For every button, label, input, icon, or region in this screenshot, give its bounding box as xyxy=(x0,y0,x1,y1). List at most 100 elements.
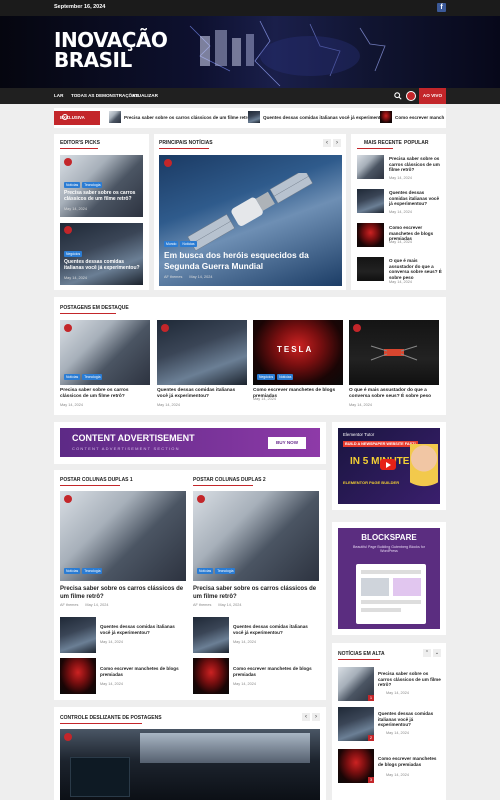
blockspare-banner[interactable]: BLOCKSPARE Beautiful Page Building Guten… xyxy=(338,528,440,629)
tab-popular[interactable]: POPULAR xyxy=(404,140,428,146)
category-tag[interactable]: Notícias xyxy=(64,374,81,380)
down-arrow-icon[interactable]: ⌄ xyxy=(433,649,441,657)
post-title[interactable]: Quentes dessas comidas italianas você já… xyxy=(100,624,186,635)
post-title[interactable]: Precisa saber sobre os carros clássicos … xyxy=(60,388,150,400)
post-thumb[interactable] xyxy=(357,155,384,179)
category-tag[interactable]: Notícias xyxy=(64,182,81,188)
live-button[interactable]: AO VIVO xyxy=(419,88,446,104)
post-date: May 14, 2024 xyxy=(233,682,257,686)
category-tag[interactable]: Tecnologia xyxy=(215,568,236,574)
post-title[interactable]: Quentes dessas comidas italianas você já… xyxy=(233,624,319,635)
post-author[interactable]: AF themes xyxy=(164,275,182,279)
post-date: May 14, 2024 xyxy=(389,240,413,244)
blockspare-subtitle: Beautiful Page Building Gutenberg Blocks… xyxy=(353,545,425,553)
live-icon[interactable] xyxy=(406,91,416,101)
category-tag[interactable]: Notícias xyxy=(64,568,81,574)
post-format-icon xyxy=(161,324,169,332)
post-title[interactable]: Como escrever manchetes de blogs premiad… xyxy=(378,756,442,767)
headline[interactable]: Em busca dos heróis esquecidos da Segund… xyxy=(164,250,339,271)
post-thumb[interactable] xyxy=(357,257,384,281)
category-tag[interactable]: Tecnologia xyxy=(82,182,103,188)
post-date: May 14, 2024 xyxy=(218,603,242,607)
post-format-icon xyxy=(64,495,72,503)
post-title[interactable]: Como escrever manchetes de blogs premiad… xyxy=(100,666,186,677)
post-title[interactable]: Precisa saber sobre os carros clássicos … xyxy=(389,156,442,173)
post-date: May 14, 2024 xyxy=(85,603,109,607)
category-tag[interactable]: Mundo xyxy=(164,241,179,247)
post-format-icon xyxy=(64,733,72,741)
search-icon[interactable] xyxy=(394,92,402,100)
post-meta: AF themes May 14, 2024 xyxy=(60,603,108,607)
ticker-label: EXCLUSIVA xyxy=(54,111,100,125)
post-thumb[interactable] xyxy=(357,223,384,247)
blockspare-widget: BLOCKSPARE Beautiful Page Building Guten… xyxy=(332,522,446,635)
post-title[interactable]: O que é mais assustador do que a convers… xyxy=(349,388,439,400)
post-title[interactable]: Precisa saber sobre os carros clássicos … xyxy=(378,671,442,688)
ticker-pulse-icon xyxy=(62,114,68,120)
post-title[interactable]: Quentes dessas comidas italianas você já… xyxy=(389,190,442,207)
post-format-icon xyxy=(164,159,172,167)
category-tag[interactable]: Negócios xyxy=(257,374,276,380)
post-format-icon xyxy=(64,324,72,332)
post-title[interactable]: Precisa saber sobre os carros clássicos … xyxy=(64,190,140,203)
up-arrow-icon[interactable]: ⌃ xyxy=(423,649,431,657)
nav-item-home[interactable]: LAR xyxy=(54,93,63,98)
post-title[interactable]: Precisa saber sobre os carros clássicos … xyxy=(193,586,321,601)
post-thumb[interactable] xyxy=(357,189,384,213)
post-image[interactable] xyxy=(157,320,247,385)
post-title[interactable]: Quentes dessas comidas italianas você já… xyxy=(378,711,442,728)
post-thumb[interactable] xyxy=(60,658,96,694)
post-title[interactable]: Como escrever manchetes de blogs premiad… xyxy=(233,666,319,677)
category-tag[interactable]: Notícias xyxy=(180,241,197,247)
ticker-item[interactable]: Como escrever manch xyxy=(395,115,444,120)
post-image[interactable] xyxy=(349,320,439,385)
post-date: May 14, 2024 xyxy=(386,731,410,735)
post-date: May 14, 2024 xyxy=(60,403,84,407)
post-thumb[interactable] xyxy=(193,658,229,694)
video-footer-text: ELEMENTOR PAGE BUILDER xyxy=(343,480,400,485)
post-title[interactable]: Quentes dessas comidas italianas você já… xyxy=(157,388,247,400)
facebook-icon[interactable]: f xyxy=(437,3,446,12)
post-date: May 14, 2024 xyxy=(253,397,277,401)
prev-arrow-icon[interactable]: ‹ xyxy=(323,139,331,147)
post-title[interactable]: Precisa saber sobre os carros clássicos … xyxy=(60,586,188,601)
ad-buy-button[interactable]: BUY NOW xyxy=(268,437,306,449)
ticker-item[interactable]: Quentes dessas comidas italianas você já… xyxy=(263,115,389,120)
post-thumb[interactable] xyxy=(60,617,96,653)
category-tag[interactable]: Negócios xyxy=(64,251,83,257)
post-format-icon xyxy=(64,226,72,234)
widget-title: EDITOR'S PICKS xyxy=(60,140,100,146)
nav-item-update[interactable]: ATUALIZAR xyxy=(132,93,158,98)
category-tag[interactable]: Tecnologia xyxy=(82,374,103,380)
post-date: May 14, 2024 xyxy=(389,280,413,284)
tab-recent[interactable]: MAIS RECENTE xyxy=(364,140,402,146)
category-tag[interactable]: Notícias xyxy=(197,568,214,574)
ticker-item[interactable]: Precisa saber sobre os carros clássicos … xyxy=(124,115,253,120)
prev-arrow-icon[interactable]: ‹ xyxy=(302,713,310,721)
post-thumb[interactable] xyxy=(193,617,229,653)
ad-banner[interactable]: CONTENT ADVERTISEMENT CONTENT ADVERTISEM… xyxy=(60,428,320,457)
site-logo[interactable]: INOVAÇÃO BRASIL xyxy=(54,30,168,70)
ticker-thumb[interactable] xyxy=(109,111,121,123)
widget-title: POSTAGENS EM DESTAQUE xyxy=(60,305,129,311)
next-arrow-icon[interactable]: › xyxy=(333,139,341,147)
ticker-thumb[interactable] xyxy=(380,111,392,123)
category-tag[interactable]: Tecnologia xyxy=(82,568,103,574)
post-date: May 14, 2024 xyxy=(389,176,413,180)
rank-number: 1 xyxy=(368,695,374,701)
post-author[interactable]: AF themes xyxy=(193,603,211,607)
slider-image[interactable] xyxy=(60,729,320,800)
nav-item-all-demos[interactable]: TODAS AS DEMONSTRAÇÕES xyxy=(71,93,138,98)
video-thumbnail[interactable]: Elementor Tutor BUILD A NEWSPAPER WEBSIT… xyxy=(338,428,440,504)
play-icon[interactable] xyxy=(380,459,396,470)
category-tag[interactable]: Notícias xyxy=(277,374,294,380)
post-author[interactable]: AF themes xyxy=(60,603,78,607)
next-arrow-icon[interactable]: › xyxy=(312,713,320,721)
post-date: May 14, 2024 xyxy=(386,691,410,695)
main-navigation: LAR TODAS AS DEMONSTRAÇÕES ATUALIZAR AO … xyxy=(0,88,500,104)
title-underline xyxy=(338,659,380,660)
ad-widget: CONTENT ADVERTISEMENT CONTENT ADVERTISEM… xyxy=(54,422,326,464)
post-title[interactable]: O que é mais assustador do que a convers… xyxy=(389,258,442,281)
post-title[interactable]: Quentes dessas comidas italianas você já… xyxy=(64,259,140,272)
ticker-thumb[interactable] xyxy=(248,111,260,123)
